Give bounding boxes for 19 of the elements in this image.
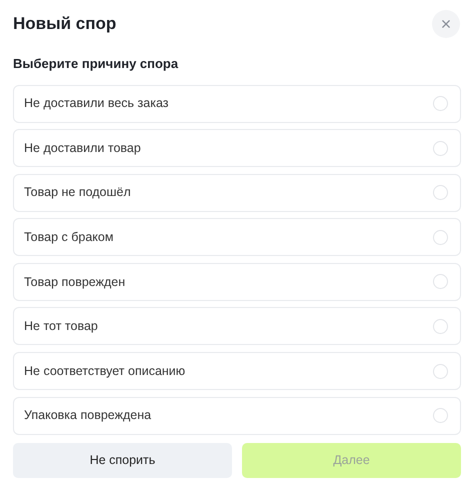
radio-button[interactable] [433, 140, 448, 156]
reason-option[interactable]: Не тот товар [13, 307, 461, 346]
decline-button[interactable]: Не спорить [13, 442, 232, 478]
reason-option[interactable]: Не доставили весь заказ [13, 84, 461, 122]
reason-option[interactable]: Не доставили товар [13, 129, 461, 168]
radio-button[interactable] [433, 185, 448, 200]
radio-button[interactable] [433, 230, 448, 245]
radio-button[interactable] [433, 274, 448, 290]
reason-option[interactable]: Не соответствует описанию [13, 352, 461, 390]
radio-button[interactable] [433, 408, 448, 424]
reason-option[interactable]: Товар с браком [13, 218, 461, 256]
reason-option[interactable]: Товар поврежден [13, 262, 461, 301]
radio-button[interactable] [433, 364, 448, 379]
radio-button[interactable] [433, 318, 448, 334]
dialog-title: Новый спор [13, 13, 116, 36]
reason-option[interactable]: Товар не подошёл [13, 174, 461, 212]
section-heading: Выберите причину спора [13, 55, 180, 73]
reason-option[interactable]: Упаковка повреждена [13, 396, 461, 435]
radio-button[interactable] [433, 96, 448, 111]
